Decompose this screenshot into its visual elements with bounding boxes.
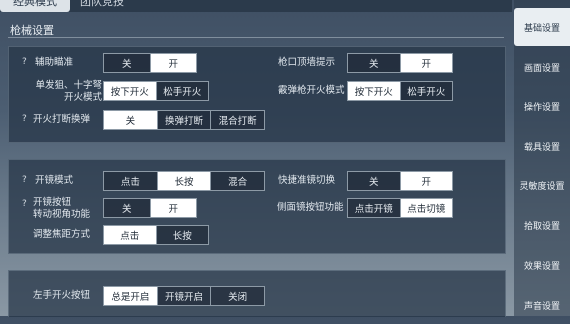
help-icon[interactable]: ?	[22, 175, 27, 185]
scope-button-option-1[interactable]: 开	[150, 199, 196, 217]
left-fire-option-0[interactable]: 总是开启	[104, 287, 158, 305]
help-icon[interactable]: ?	[22, 199, 27, 209]
help-icon[interactable]: ?	[22, 114, 27, 124]
scope-button-toggle: 关开	[103, 198, 197, 218]
shotgun-fire-toggle: 按下开火 松手开火	[347, 81, 453, 101]
left-fire-option-2[interactable]: 关闭	[211, 287, 264, 305]
single-fire-label: 单发狙、十字弩 开火模式	[35, 80, 102, 103]
muzzle-hint-label: 枪口顶墙提示	[278, 57, 336, 68]
left-fire-toggle: 总是开启 开镜开启 关闭	[103, 286, 265, 306]
aim-assist-option-1[interactable]: 开	[150, 54, 196, 72]
sidebar-item-1[interactable]: 画面设置	[514, 48, 570, 86]
reload-interrupt-toggle: 关换弹打断 混合打断	[103, 110, 265, 130]
focus-mode-option-0[interactable]: 点击	[104, 226, 157, 244]
aim-assist-option-0[interactable]: 关	[104, 54, 151, 72]
section-divider	[8, 37, 504, 38]
sidebar-item-0[interactable]: 基础设置	[514, 8, 570, 46]
shotgun-fire-option-0[interactable]: 按下开火	[348, 82, 401, 100]
aim-assist-label: 辅助瞄准	[35, 57, 74, 68]
side-scope-option-0[interactable]: 点击开镜	[348, 199, 401, 217]
help-icon[interactable]: ?	[22, 57, 27, 67]
tab-classic-mode[interactable]: 经典模式	[0, 0, 70, 12]
scope-mode-toggle: 点击 长按 混合	[103, 171, 265, 191]
shotgun-fire-label: 霰弹枪开火模式	[278, 85, 345, 96]
sidebar-item-4[interactable]: 灵敏度设置	[514, 166, 570, 204]
single-fire-toggle: 按下开火 松手开火	[103, 81, 209, 101]
reload-interrupt-option-2[interactable]: 混合打断	[211, 111, 264, 129]
side-scope-label: 侧面镜按钮功能	[277, 202, 344, 213]
side-scope-toggle: 点击开镜 点击切镜	[347, 198, 453, 218]
focus-mode-label: 调整焦距方式	[33, 229, 91, 240]
side-scope-option-1[interactable]: 点击切镜	[400, 199, 452, 217]
left-fire-label: 左手开火按钮	[33, 290, 91, 301]
quick-scope-toggle: 关开	[347, 171, 453, 191]
scope-mode-option-2[interactable]: 混合	[211, 172, 264, 190]
quick-scope-option-1[interactable]: 开	[400, 172, 452, 190]
quick-scope-label: 快捷准镜切换	[278, 175, 336, 186]
focus-mode-option-1[interactable]: 长按	[157, 226, 209, 244]
shotgun-fire-option-1[interactable]: 松手开火	[401, 82, 453, 100]
muzzle-hint-toggle: 关开	[347, 53, 453, 73]
scope-button-option-0[interactable]: 关	[104, 199, 151, 217]
muzzle-hint-option-1[interactable]: 开	[400, 54, 452, 72]
quick-scope-option-0[interactable]: 关	[348, 172, 401, 190]
top-tab-bar	[0, 0, 512, 12]
tab-team-deathmatch[interactable]: 团队竞技	[80, 0, 150, 12]
single-fire-option-0[interactable]: 按下开火	[104, 82, 157, 100]
scope-mode-label: 开镜模式	[35, 175, 74, 186]
left-fire-option-1[interactable]: 开镜开启	[158, 287, 212, 305]
reload-interrupt-label: 开火打断换弹	[33, 114, 91, 125]
aim-assist-toggle: 关开	[103, 53, 197, 73]
sidebar-item-3[interactable]: 载具设置	[514, 127, 570, 165]
section-title: 枪械设置	[10, 24, 54, 37]
sidebar-item-5[interactable]: 拾取设置	[514, 206, 570, 244]
scope-mode-option-0[interactable]: 点击	[104, 172, 158, 190]
sidebar-item-2[interactable]: 操作设置	[514, 87, 570, 125]
reload-interrupt-option-0[interactable]: 关	[104, 111, 158, 129]
muzzle-hint-option-0[interactable]: 关	[348, 54, 401, 72]
scope-mode-option-1[interactable]: 长按	[157, 172, 212, 190]
sidebar-item-6[interactable]: 效果设置	[514, 246, 570, 284]
focus-mode-toggle: 点击 长按	[103, 225, 209, 245]
single-fire-option-1[interactable]: 松手开火	[157, 82, 209, 100]
scope-button-label: 开镜按钮 转动视角功能	[33, 197, 91, 220]
reload-interrupt-option-1[interactable]: 换弹打断	[158, 111, 212, 129]
sidebar-item-7[interactable]: 声音设置	[514, 286, 570, 324]
